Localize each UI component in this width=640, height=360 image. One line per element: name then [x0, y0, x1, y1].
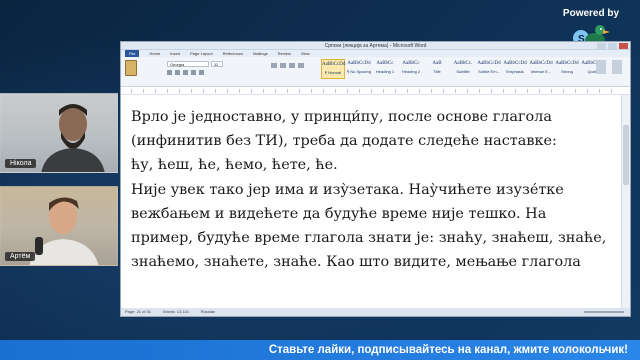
- doc-line: Није увек тако јер има и изу̀зетака. Нау…: [131, 181, 564, 198]
- style-normal[interactable]: AaBbCcDd ¶ Normal: [321, 59, 345, 79]
- tab-review[interactable]: Review: [278, 50, 291, 57]
- style-label: Subtitle: [456, 69, 470, 74]
- style-label: Subtle Em...: [478, 69, 500, 74]
- maximize-button[interactable]: [608, 43, 617, 49]
- style-sample: AaBbCc.: [453, 61, 473, 66]
- underline-icon[interactable]: [183, 70, 188, 75]
- editing-group: [596, 60, 622, 74]
- style-emphasis[interactable]: AaBbCcDd Emphasis: [503, 59, 527, 79]
- doc-line: вежбањем и видећете да будуће време није…: [131, 205, 547, 222]
- bullets-icon[interactable]: [271, 63, 277, 68]
- document-body[interactable]: Врло је једноставно, у принци́пу, после …: [121, 95, 620, 310]
- style-strong[interactable]: AaBbCcDd Strong: [555, 59, 579, 79]
- status-words[interactable]: Words: 13,116: [163, 308, 189, 316]
- ribbon-tabs: File Home Insert Page Layout References …: [121, 50, 630, 57]
- font-size-select[interactable]: 11: [211, 61, 223, 67]
- style-sample: AaBbCcDd: [503, 61, 527, 66]
- doc-line: знаћемо, знаћете, знаће. Као што видите,…: [131, 254, 581, 271]
- strikethrough-icon[interactable]: [191, 70, 196, 75]
- tab-references[interactable]: References: [223, 50, 243, 57]
- format-buttons: [167, 70, 204, 75]
- style-label: Heading 2: [401, 69, 421, 74]
- participant-name: Нікола: [5, 159, 37, 168]
- style-intense-emphasis[interactable]: AaBbCcDd Intense E...: [529, 59, 553, 79]
- subscribe-banner: Ставьте лайки, подписывайтесь на канал, …: [0, 340, 640, 360]
- style-label: ¶ No Spacing: [347, 69, 371, 74]
- style-label: Emphasis: [506, 69, 524, 74]
- style-heading-2[interactable]: AaBbCc Heading 2: [399, 59, 423, 79]
- style-sample: AaBbCcDd: [529, 61, 553, 66]
- font-color-icon[interactable]: [199, 70, 204, 75]
- numbering-icon[interactable]: [280, 63, 286, 68]
- align-left-icon[interactable]: [289, 63, 295, 68]
- participant-video-nikola: Нікола: [0, 93, 118, 173]
- style-label: Strong: [561, 69, 573, 74]
- paragraph-buttons: [271, 63, 304, 68]
- style-sample: AaBbCc: [402, 61, 420, 66]
- status-page[interactable]: Page: 21 of 31: [125, 308, 151, 316]
- status-language[interactable]: Russian: [201, 308, 215, 316]
- style-sample: AaBbCcDd: [347, 61, 371, 66]
- tab-view[interactable]: View: [301, 50, 310, 57]
- style-heading-1[interactable]: AaBbCc Heading 1: [373, 59, 397, 79]
- participant-video-artyom: Артём: [0, 186, 118, 266]
- style-subtitle[interactable]: AaBbCc. Subtitle: [451, 59, 475, 79]
- style-label: Title: [433, 69, 441, 74]
- style-sample: AaBbCcDd: [322, 62, 346, 67]
- ruler-ticks: [131, 89, 616, 93]
- vertical-scrollbar[interactable]: [621, 95, 630, 310]
- paste-icon[interactable]: [125, 60, 137, 76]
- style-sample: AaB: [432, 61, 442, 66]
- doc-line: ћу, ћеш, ће, ћемо, ћете, ће.: [131, 157, 338, 174]
- status-bar: Page: 21 of 31 Words: 13,116 Russian: [121, 308, 630, 316]
- scrollbar-thumb[interactable]: [623, 125, 629, 185]
- word-titlebar: Српски (лекција за Артема) - Microsoft W…: [121, 42, 630, 50]
- doc-line: Врло је једноставно, у принци́пу, после …: [131, 109, 552, 125]
- font-name-select[interactable]: Georgia: [167, 61, 209, 67]
- close-button[interactable]: [619, 43, 628, 49]
- minimize-button[interactable]: [597, 43, 606, 49]
- style-label: ¶ Normal: [324, 70, 342, 75]
- ribbon-home: Georgia 11 AaBbCcDd ¶ Normal AaBbCcDd ¶ …: [121, 57, 630, 87]
- powered-by-label: Powered by: [562, 8, 620, 19]
- style-label: Intense E...: [530, 69, 552, 74]
- tab-mailings[interactable]: Mailings: [253, 50, 268, 57]
- tab-insert[interactable]: Insert: [170, 50, 180, 57]
- style-sample: AaBbCcDd: [477, 61, 501, 66]
- tab-home[interactable]: Home: [149, 50, 160, 57]
- style-title[interactable]: AaB Title: [425, 59, 449, 79]
- doc-line: пример, будуће време глагола знати је: з…: [131, 230, 607, 247]
- style-sample: AaBbCc: [376, 61, 394, 66]
- style-label: Heading 1: [375, 69, 395, 74]
- style-no-spacing[interactable]: AaBbCcDd ¶ No Spacing: [347, 59, 371, 79]
- style-subtle-emphasis[interactable]: AaBbCcDd Subtle Em...: [477, 59, 501, 79]
- italic-icon[interactable]: [175, 70, 180, 75]
- ruler[interactable]: [121, 87, 630, 95]
- tab-file[interactable]: File: [125, 50, 140, 57]
- align-center-icon[interactable]: [298, 63, 304, 68]
- zoom-slider[interactable]: [584, 311, 624, 313]
- bold-icon[interactable]: [167, 70, 172, 75]
- styles-gallery: AaBbCcDd ¶ Normal AaBbCcDd ¶ No Spacing …: [321, 59, 605, 79]
- change-styles-icon[interactable]: [596, 60, 606, 74]
- participant-name: Артём: [5, 252, 36, 261]
- window-title: Српски (лекција за Артема) - Microsoft W…: [324, 43, 427, 49]
- word-window: Српски (лекција за Артема) - Microsoft W…: [120, 41, 631, 317]
- doc-line: (инфинитив без ТИ), треба да додате след…: [131, 133, 557, 150]
- find-icon[interactable]: [612, 60, 622, 74]
- tab-page-layout[interactable]: Page Layout: [190, 50, 212, 57]
- style-sample: AaBbCcDd: [555, 61, 579, 66]
